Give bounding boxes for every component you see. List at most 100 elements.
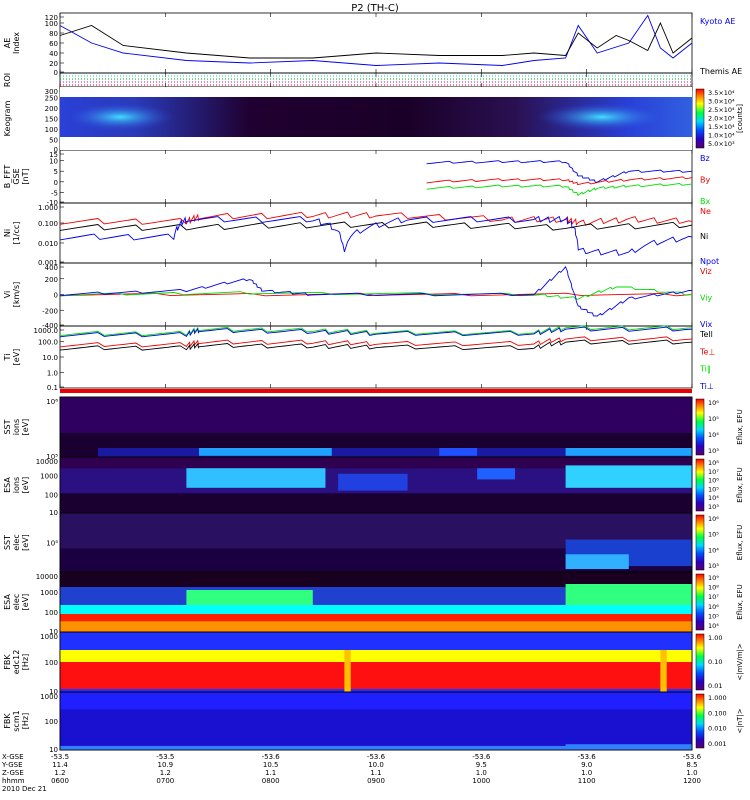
ephemeris-value: 0900 [367, 777, 385, 785]
legend-entry: Ne [700, 207, 711, 216]
quality-flag-bar [60, 389, 692, 393]
legend-entry: Ni [700, 232, 708, 241]
ephemeris-value: -53.6 [578, 753, 597, 761]
colorbar-tick-label: 1.0×10⁴ [708, 132, 735, 140]
y-tick-label: 0.1 [47, 384, 58, 392]
spectrogram-image [60, 572, 692, 632]
panel-frame [59, 149, 693, 204]
y-tick-label: 400 [45, 264, 58, 272]
colorbar-tick-label: 3.0×10⁴ [708, 98, 735, 106]
y-tick-label: 250 [45, 95, 58, 103]
legend-entry: Vix [700, 320, 713, 329]
y-tick-label: 20 [49, 60, 58, 68]
spectrogram-cell [344, 650, 351, 692]
colorbar-scale [695, 458, 705, 512]
y-axis-label: FBK [3, 654, 12, 670]
colorbar-tick-label: 10⁵ [708, 485, 719, 493]
ephemeris-table: X-GSEY-GSEZ-GSEhhmm2010 Dec 21-53.511.41… [1, 753, 702, 793]
y-tick-label: 100 [45, 20, 58, 28]
colorbar: 1.00 0.10 0.01 <|mV/m|> [695, 633, 744, 691]
colorbar-tick-label: 10³ [708, 503, 719, 511]
ephemeris-value: 1.0 [686, 769, 697, 777]
summary-plot: P2 (TH-C) AE Index120100806040200Kyoto AE… [1, 3, 744, 793]
spectrogram-image [60, 513, 692, 572]
panels: AE Index120100806040200Kyoto AEThemis AER… [3, 12, 744, 754]
y-axis-label: [eV] [21, 477, 30, 494]
colorbar-tick-label: 10⁴ [708, 431, 719, 439]
colorbar-tick-label: 10³ [708, 447, 719, 455]
y-axis-label: AE [3, 38, 12, 49]
spectrogram-cell [60, 621, 692, 632]
colorbar-tick-label: 10⁴ [708, 546, 719, 554]
colorbar-tick-label: 10⁴ [708, 494, 719, 502]
colorbar-tick-label: 2.0×10⁴ [708, 115, 735, 123]
y-axis-label: FBK [3, 713, 12, 729]
y-axis-label: ESA [3, 477, 12, 493]
colorbar-tick-label: 10⁷ [708, 593, 719, 601]
y-tick-label: 0.010 [38, 240, 58, 248]
y-axis-label: [Hz] [21, 654, 30, 670]
ephemeris-value: 1.0 [581, 769, 592, 777]
y-tick-label: 10000 [36, 573, 58, 581]
colorbar-label: Eflux, EFU [736, 525, 744, 560]
y-tick-label: 50 [49, 137, 58, 145]
legend-entry: Ti⊥ [699, 382, 714, 391]
colorbar-tick-label: 10⁹ [708, 574, 719, 582]
ephemeris-row-label: Y-GSE [1, 761, 23, 769]
y-axis-label: ions [12, 477, 21, 493]
y-axis-label: Vi [3, 291, 12, 299]
legend-entry: Te⊥ [699, 347, 715, 356]
ephemeris-value: -53.5 [156, 753, 174, 761]
colorbar-tick-label: 0.010 [708, 725, 727, 733]
y-axis-label: elec [12, 594, 21, 610]
colorbar-tick-label: 2.5×10⁴ [708, 106, 735, 114]
y-tick-label: 0 [54, 292, 58, 300]
spectrogram-cell [439, 448, 478, 456]
ephemeris-row-label: Z-GSE [2, 769, 24, 777]
ephemeris-value: 1.2 [160, 769, 171, 777]
y-tick-label: 10⁶ [46, 398, 58, 406]
colorbar-tick-label: 0.001 [708, 740, 727, 748]
y-tick-label: 100 [45, 718, 58, 726]
colorbar-tick-label: 10⁷ [708, 468, 719, 476]
spectrogram-cell [477, 468, 516, 480]
y-tick-label: 100 [45, 609, 58, 617]
colorbar-tick-label: 0.100 [708, 709, 727, 717]
spectrogram-cell [60, 689, 692, 692]
colorbar: 10⁹ 10⁸10⁷ 10⁶10⁵ 10⁴ Eflux, EFU [695, 573, 744, 631]
y-tick-label: 10 [49, 158, 58, 166]
colorbar: 10⁶ 10⁵ 10⁴ 10³ Eflux, EFU [695, 398, 744, 456]
y-axis-label: SST [3, 419, 12, 434]
colorbar-label: Eflux, EFU [736, 409, 744, 444]
colorbar-tick-label: 10⁸ [708, 584, 719, 592]
y-tick-label: 10 [49, 509, 58, 517]
spectrogram-cell [565, 554, 629, 570]
ephemeris-value: 1.1 [265, 769, 276, 777]
y-axis-label: Keogram [3, 100, 12, 136]
colorbar-tick-label: 1.000 [708, 694, 727, 702]
colorbar-scale [695, 693, 705, 749]
series-line [59, 286, 693, 300]
keogram-blank [60, 137, 692, 150]
y-tick-label: 100 [45, 491, 58, 499]
spectrogram-cell [60, 493, 692, 513]
colorbar-tick-label: 0.10 [708, 658, 722, 666]
colorbar-scale [695, 514, 705, 571]
ephemeris-value: 1200 [683, 777, 701, 785]
colorbar-tick-label: 10³ [708, 562, 719, 570]
y-axis-label: scm1 [12, 710, 21, 731]
legend-entry: Tell [699, 330, 713, 339]
y-axis-label: Index [12, 32, 21, 54]
panel-5: Ni [1/cc]1.0000.1000.0100.001NeNiNpot [3, 202, 719, 267]
y-axis-label: ions [12, 419, 21, 435]
legend-entry: Viy [700, 294, 713, 303]
ephemeris-value: 0600 [51, 777, 69, 785]
y-axis-label: ROI [3, 73, 12, 87]
colorbar-tick-label: 3.5×10⁴ [708, 89, 735, 97]
y-tick-label: 150 [45, 116, 58, 124]
colorbar-tick-label: 10⁵ [708, 531, 719, 539]
ephemeris-value: 1.0 [476, 769, 487, 777]
y-tick-label: 60 [49, 40, 58, 48]
ephemeris-value: 9.5 [476, 761, 487, 769]
series-line [426, 176, 693, 186]
